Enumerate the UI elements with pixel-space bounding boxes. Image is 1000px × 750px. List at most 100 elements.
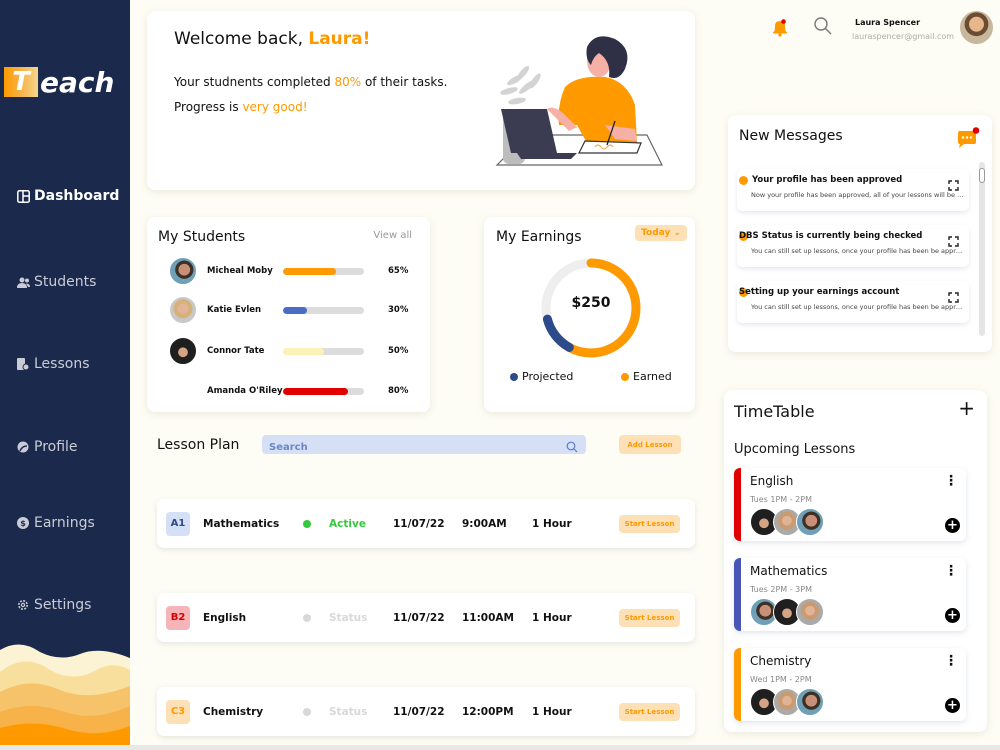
my-earnings-card: My Earnings Today ⌄ $250 Projected Earne…: [484, 217, 695, 412]
progress-text: Progress is very good!: [174, 100, 308, 114]
chat-icon[interactable]: [956, 127, 980, 153]
start-lesson-button[interactable]: Start Lesson: [619, 608, 680, 627]
message-item[interactable]: Setting up your earnings account You can…: [737, 281, 969, 323]
sidebar-item-settings[interactable]: Settings: [16, 597, 91, 613]
progress-fill: [283, 267, 336, 275]
profile-icon: [16, 440, 30, 454]
logo-mark: T: [4, 67, 38, 97]
lesson-status: Status: [329, 611, 368, 624]
completion-percent: 80%: [334, 75, 362, 89]
user-avatar[interactable]: [960, 11, 993, 44]
chevron-down-icon: ⌄: [673, 228, 681, 238]
sidebar-item-label: Students: [34, 274, 97, 290]
student-avatar: [169, 337, 197, 365]
add-timetable-icon[interactable]: +: [958, 396, 975, 420]
more-options-icon[interactable]: ⋮: [944, 654, 958, 668]
status-dot: [303, 613, 311, 622]
sidebar-item-lessons[interactable]: Lessons: [16, 356, 90, 372]
search-icon[interactable]: [813, 16, 833, 40]
completion-text: Your studnents completed 80% of their ta…: [174, 75, 447, 89]
users-icon: [16, 275, 30, 289]
progress-rating: very good!: [242, 100, 308, 114]
timetable-subject: Mathematics: [750, 564, 828, 578]
message-title: DBS Status is currently being checked: [739, 231, 923, 241]
welcome-card: Welcome back, Laura! Your studnents comp…: [147, 11, 695, 190]
expand-icon[interactable]: [948, 232, 959, 251]
message-item[interactable]: DBS Status is currently being checked Yo…: [737, 225, 969, 267]
student-avatar: [169, 296, 197, 324]
student-row[interactable]: Micheal Moby 65%: [169, 256, 419, 286]
timetable-title: TimeTable: [734, 402, 815, 421]
add-attendee-icon[interactable]: +: [945, 608, 960, 623]
timetable-lesson[interactable]: Chemistry Wed 1PM - 2PM ⋮ +: [734, 648, 966, 721]
search-icon[interactable]: [566, 438, 578, 457]
timetable-time: Wed 1PM - 2PM: [750, 675, 812, 684]
sidebar-item-label: Dashboard: [34, 188, 120, 204]
teacher-illustration: [495, 36, 663, 166]
lesson-duration: 1 Hour: [532, 611, 572, 624]
search-input[interactable]: [262, 438, 552, 457]
sidebar: T each Dashboard Students Lessons Profil…: [0, 0, 130, 745]
expand-icon[interactable]: [948, 288, 959, 307]
dollar-icon: $: [16, 516, 30, 530]
new-messages-card: New Messages Your profile has been appro…: [728, 115, 992, 352]
sidebar-item-profile[interactable]: Profile: [16, 439, 78, 455]
lesson-subject: Chemistry: [203, 705, 264, 718]
lesson-row[interactable]: C3 Chemistry Status 11/07/22 12:00PM 1 H…: [157, 687, 695, 736]
progress-fill: [283, 306, 308, 314]
student-percent: 65%: [388, 266, 409, 276]
lessons-icon: [16, 357, 30, 371]
lesson-color-stripe: [734, 648, 741, 721]
gear-icon: [16, 598, 30, 612]
lesson-code: C3: [166, 699, 190, 724]
lesson-row[interactable]: B2 English Status 11/07/22 11:00AM 1 Hou…: [157, 593, 695, 642]
expand-icon[interactable]: [948, 176, 959, 195]
student-row[interactable]: Katie Evlen 30%: [169, 295, 419, 325]
timetable-lesson[interactable]: Mathematics Tues 2PM - 3PM ⋮ +: [734, 558, 966, 631]
messages-scrollbar[interactable]: [979, 162, 985, 336]
start-lesson-button[interactable]: Start Lesson: [619, 514, 680, 533]
sidebar-item-label: Earnings: [34, 515, 95, 531]
lesson-subject: Mathematics: [203, 517, 280, 530]
lesson-time: 9:00AM: [462, 517, 507, 530]
sidebar-item-students[interactable]: Students: [16, 274, 96, 290]
bottom-edge: [0, 745, 1000, 750]
start-lesson-button[interactable]: Start Lesson: [619, 702, 680, 721]
period-dropdown[interactable]: Today ⌄: [635, 225, 687, 241]
add-attendee-icon[interactable]: +: [945, 518, 960, 533]
student-name: Katie Evlen: [207, 305, 262, 315]
legend-dot: [621, 372, 629, 381]
timetable-lesson[interactable]: English Tues 1PM - 2PM ⋮ +: [734, 468, 966, 541]
completion-post: of their tasks.: [361, 75, 448, 89]
student-percent: 50%: [388, 346, 409, 356]
lesson-row[interactable]: A1 Mathematics Active 11/07/22 9:00AM 1 …: [157, 499, 695, 548]
my-students-card: My Students View all Micheal Moby 65% Ka…: [147, 217, 430, 412]
logo: T each: [4, 66, 114, 99]
add-attendee-icon[interactable]: +: [945, 698, 960, 713]
lesson-date: 11/07/22: [393, 611, 445, 624]
legend-label: Earned: [633, 370, 672, 383]
decorative-waves: [0, 644, 130, 745]
more-options-icon[interactable]: ⋮: [944, 564, 958, 578]
message-item[interactable]: Your profile has been approved Now your …: [737, 169, 969, 211]
student-row[interactable]: Connor Tate 50%: [169, 336, 419, 366]
message-body: You can still set up lessons, once your …: [751, 303, 965, 311]
timetable-subject: English: [750, 474, 794, 488]
period-label: Today: [641, 228, 671, 238]
user-first-name: Laura!: [308, 29, 371, 49]
add-lesson-button[interactable]: Add Lesson: [619, 435, 681, 454]
attendee-avatar: [796, 598, 824, 626]
sidebar-item-earnings[interactable]: $ Earnings: [16, 515, 95, 531]
bell-icon[interactable]: [770, 17, 790, 41]
timetable-time: Tues 2PM - 3PM: [750, 585, 812, 594]
student-row[interactable]: Amanda O'Riley 80%: [169, 376, 419, 406]
view-all-link[interactable]: View all: [373, 230, 412, 241]
lesson-code: A1: [166, 511, 190, 536]
sidebar-item-label: Lessons: [34, 356, 90, 372]
more-options-icon[interactable]: ⋮: [944, 474, 958, 488]
sidebar-item-dashboard[interactable]: Dashboard: [16, 188, 119, 204]
scrollbar-thumb[interactable]: [979, 168, 985, 183]
legend-projected: Projected: [510, 370, 573, 383]
sidebar-item-label: Profile: [34, 439, 78, 455]
progress-pre: Progress is: [174, 100, 243, 114]
